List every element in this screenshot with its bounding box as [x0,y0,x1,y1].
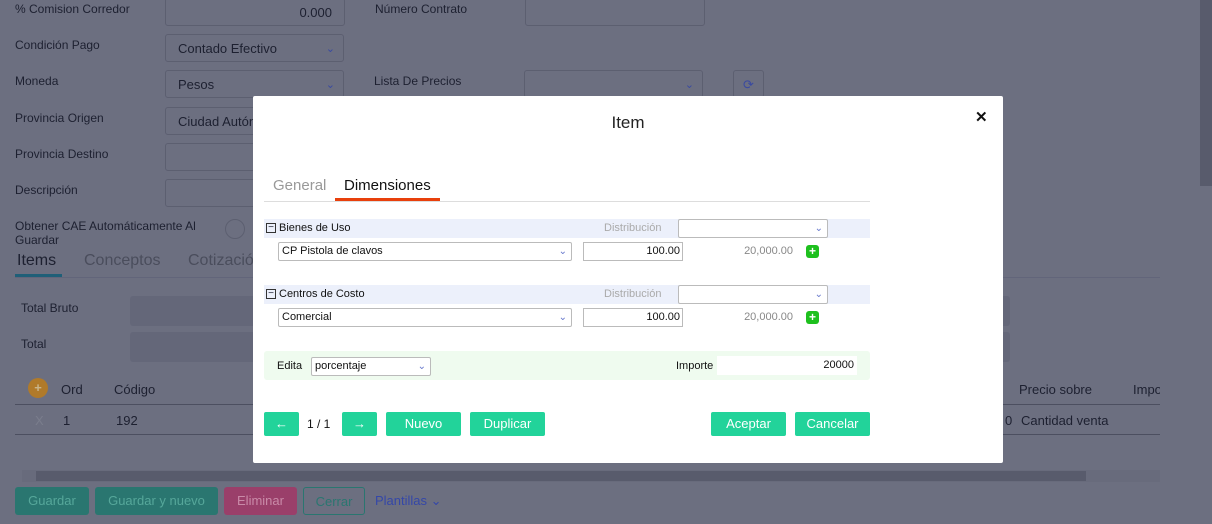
cell-codigo: 192 [116,413,138,428]
distribucion-select[interactable]: ⌄ [678,285,828,304]
numero-contrato-label: Número Contrato [375,2,468,16]
cae-label: Obtener CAE Automáticamente Al Guardar [15,219,196,247]
bienes-pct-input[interactable]: 100.00 [583,242,683,261]
section-bienes-de-uso: − Bienes de Uso Distribución ⌄ [264,219,870,238]
col-importe: Impo [1133,382,1160,397]
edita-select[interactable]: porcentaje ⌄ [311,357,431,376]
arrow-right-icon: → [353,416,366,431]
moneda-value: Pesos [178,77,215,92]
plantillas-label: Plantillas [375,493,428,508]
distribucion-label: Distribución [604,222,662,234]
eliminar-button[interactable]: Eliminar [224,487,297,515]
plantillas-link[interactable]: Plantillas ⌄ [375,493,442,509]
section-centros-de-costo: − Centros de Costo Distribución ⌄ [264,285,870,304]
tab-cotizacion[interactable]: Cotización [188,252,263,270]
tab-general[interactable]: General [273,177,326,194]
collapse-icon[interactable]: − [266,223,276,233]
tab-dimensiones[interactable]: Dimensiones [344,177,431,194]
provincia-origen-label: Provincia Origen [15,111,104,125]
condicion-pago-label: Condición Pago [15,38,100,52]
add-row-icon[interactable]: + [28,378,48,398]
guardar-button[interactable]: Guardar [15,487,89,515]
chevron-down-icon: ⌄ [684,79,694,91]
item-value: CP Pistola de clavos [282,245,383,257]
pager-label: 1 / 1 [307,417,331,431]
distribucion-select[interactable]: ⌄ [678,219,828,238]
duplicar-button[interactable]: Duplicar [470,412,545,436]
item-value: Comercial [282,311,332,323]
tab-conceptos[interactable]: Conceptos [84,252,161,270]
col-ord: Ord [61,382,83,397]
add-icon[interactable]: + [806,245,819,258]
cell-precio-sobre: Cantidad venta [1021,413,1109,428]
refresh-icon: ⟳ [743,77,754,92]
chevron-down-icon: ⌄ [814,223,823,234]
add-icon[interactable]: + [806,311,819,324]
chevron-down-icon: ⌄ [325,43,335,55]
numero-contrato-input[interactable] [525,0,705,26]
descripcion-label: Descripción [15,183,78,197]
importe-input[interactable]: 20000 [717,356,857,375]
moneda-label: Moneda [15,74,59,88]
col-codigo: Código [114,382,156,397]
cell-ord: 1 [63,413,71,428]
cancelar-button[interactable]: Cancelar [795,412,870,436]
guardar-nuevo-button[interactable]: Guardar y nuevo [95,487,218,515]
prev-button[interactable]: ← [264,412,299,436]
vertical-scrollbar-thumb[interactable] [1200,0,1212,186]
centros-pct-input[interactable]: 100.00 [583,308,683,327]
section-title: Centros de Costo [279,288,365,300]
nuevo-button[interactable]: Nuevo [386,412,461,436]
collapse-icon[interactable]: − [266,289,276,299]
section-title: Bienes de Uso [279,222,351,234]
col-precio-sobre: Precio sobre [1019,382,1092,397]
delete-row-icon[interactable]: X [35,413,44,428]
cae-toggle[interactable] [225,219,245,239]
total-label: Total [21,337,47,351]
chevron-down-icon: ⌄ [558,246,567,257]
lista-precios-select[interactable]: ⌄ [524,70,703,98]
comision-label: % Comision Corredor [15,2,130,16]
provincia-destino-label: Provincia Destino [15,147,109,161]
bienes-item-select[interactable]: CP Pistola de clavos ⌄ [278,242,572,261]
chevron-down-icon: ⌄ [325,79,335,91]
chevron-down-icon: ⌄ [558,312,567,323]
horizontal-scrollbar[interactable] [22,470,1160,482]
item-modal: Item ✕ General Dimensiones − Bienes de U… [253,96,1003,463]
centros-amount: 20,000.00 [744,311,793,323]
edita-label: Edita [277,360,303,372]
edita-value: porcentaje [315,360,367,372]
refresh-button[interactable]: ⟳ [733,70,764,98]
bienes-amount: 20,000.00 [744,245,793,257]
tab-divider [264,201,870,202]
edita-bar: Edita porcentaje ⌄ Importe 20000 [264,351,870,380]
lista-precios-label: Lista De Precios [374,74,462,88]
cell-partial: 0 [1005,413,1013,428]
condicion-pago-select[interactable]: Contado Efectivo ⌄ [165,34,344,62]
total-bruto-label: Total Bruto [21,301,79,315]
condicion-pago-value: Contado Efectivo [178,41,278,56]
moneda-select[interactable]: Pesos ⌄ [165,70,344,98]
chevron-down-icon: ⌄ [814,289,823,300]
chevron-down-icon: ⌄ [417,361,426,372]
close-icon[interactable]: ✕ [975,108,988,126]
importe-label: Importe [676,360,714,372]
tab-items[interactable]: Items [17,252,56,270]
distribucion-label: Distribución [604,288,662,300]
scrollbar-thumb[interactable] [36,471,1086,481]
chevron-down-icon: ⌄ [430,493,442,508]
next-button[interactable]: → [342,412,377,436]
comision-input[interactable]: 0.000 [165,0,345,26]
arrow-left-icon: ← [275,416,288,431]
centros-item-select[interactable]: Comercial ⌄ [278,308,572,327]
aceptar-button[interactable]: Aceptar [711,412,786,436]
modal-title: Item [611,113,645,132]
cerrar-button[interactable]: Cerrar [303,487,365,515]
